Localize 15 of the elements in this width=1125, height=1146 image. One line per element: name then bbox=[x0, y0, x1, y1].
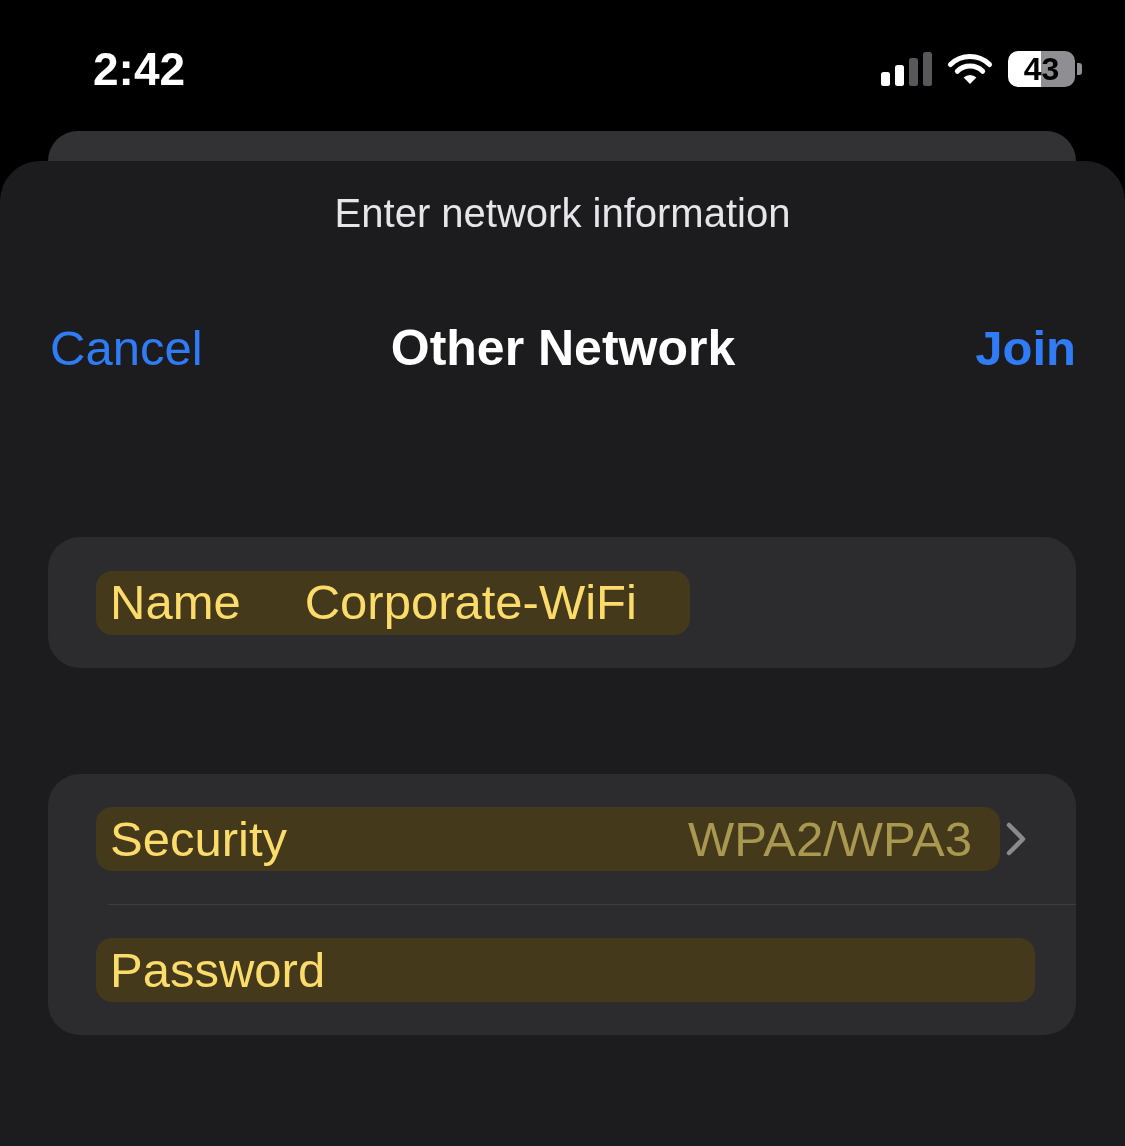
chevron-right-icon bbox=[1005, 821, 1027, 857]
sheet-title: Other Network bbox=[390, 320, 736, 376]
field-label: Name bbox=[110, 574, 241, 631]
signal-icon bbox=[881, 51, 932, 86]
field-label: Security bbox=[110, 810, 287, 868]
cancel-button[interactable]: Cancel bbox=[50, 320, 203, 376]
battery-tip-icon bbox=[1077, 62, 1082, 75]
status-time: 2:42 bbox=[93, 45, 186, 92]
join-button[interactable]: Join bbox=[975, 320, 1076, 376]
text-field[interactable]: Corporate-WiFi bbox=[304, 574, 637, 631]
field-value: WPA2/WPA3 bbox=[687, 810, 972, 868]
sheet-prompt: Enter network information bbox=[333, 191, 792, 235]
field-label: Password bbox=[110, 941, 326, 999]
wifi-icon bbox=[947, 51, 993, 86]
battery-level: 43 bbox=[1008, 50, 1075, 87]
